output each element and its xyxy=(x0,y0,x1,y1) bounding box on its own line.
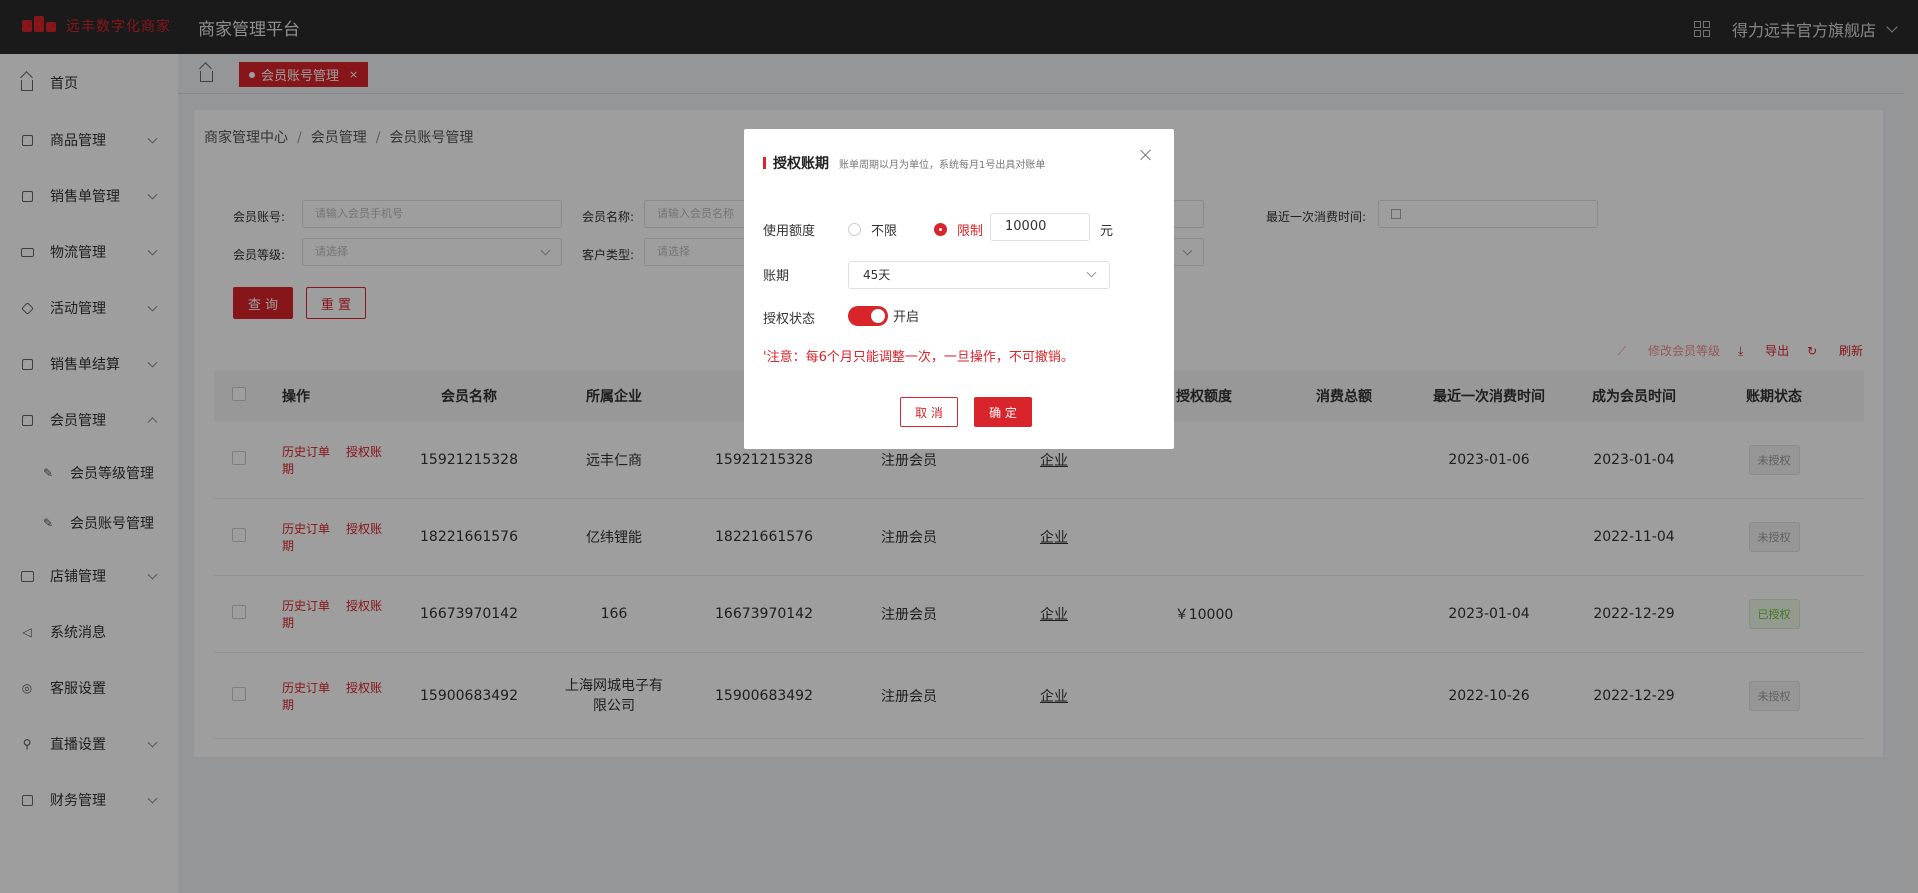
close-icon[interactable] xyxy=(1138,147,1154,163)
radio-unlimited[interactable]: 不限 xyxy=(848,220,897,239)
period-select[interactable]: 45天 xyxy=(848,261,1110,289)
title-accent-bar xyxy=(763,157,766,169)
dialog-title: 授权账期 xyxy=(773,156,829,172)
radio-label: 限制 xyxy=(957,224,984,239)
quota-unit: 元 xyxy=(1100,224,1114,239)
radio-circle xyxy=(848,223,861,236)
radio-label: 不限 xyxy=(871,224,898,239)
toggle-knob xyxy=(871,309,885,323)
warning-text: '注意：每6个月只能调整一次，一旦操作，不可撤销。 xyxy=(763,350,1074,365)
status-toggle[interactable] xyxy=(848,306,888,326)
dialog-header: 授权账期 账单周期以月为单位，系统每月1号出具对账单 xyxy=(763,153,1045,173)
radio-limited[interactable]: 限制 xyxy=(934,220,983,239)
status-value: 开启 xyxy=(893,310,920,325)
chevron-down-icon xyxy=(1086,267,1097,278)
cancel-button[interactable]: 取 消 xyxy=(900,397,958,427)
confirm-button[interactable]: 确 定 xyxy=(974,397,1032,427)
period-select-value: 45天 xyxy=(863,268,891,282)
status-label: 授权状态 xyxy=(763,312,816,327)
grant-credit-dialog: 授权账期 账单周期以月为单位，系统每月1号出具对账单 使用额度 不限 限制 10… xyxy=(744,129,1174,449)
quota-input[interactable]: 10000 xyxy=(990,213,1090,241)
period-label: 账期 xyxy=(763,269,790,284)
dialog-subtitle: 账单周期以月为单位，系统每月1号出具对账单 xyxy=(839,159,1046,171)
radio-circle xyxy=(934,223,947,236)
quota-label: 使用额度 xyxy=(763,224,816,239)
